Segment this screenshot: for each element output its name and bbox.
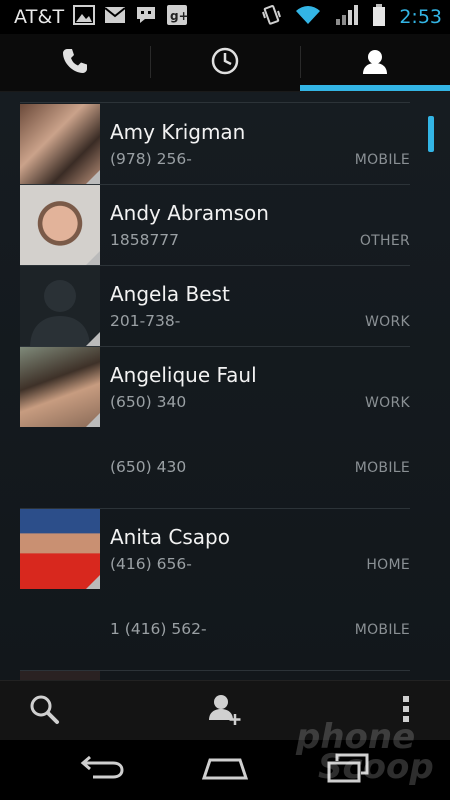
contact-number: (650) 340 (110, 393, 187, 411)
tab-phone[interactable] (0, 34, 150, 91)
contact-photo[interactable] (20, 185, 100, 265)
google-plus-icon: g+ (166, 4, 189, 30)
clock: 2:53 (399, 6, 442, 28)
search-icon (28, 693, 60, 729)
contact-number: (416) 656- (110, 555, 192, 573)
list-divider (20, 102, 410, 103)
contact-row[interactable] (20, 671, 410, 680)
back-button[interactable] (72, 750, 132, 790)
number-type: WORK (365, 395, 410, 411)
status-bar: AT&T g+ 2:53 (0, 0, 450, 34)
carrier-label: AT&T (14, 6, 65, 28)
add-contact-icon (207, 692, 243, 730)
contacts-list[interactable]: Amy Krigman (978) 256- MOBILE Andy Abram… (0, 92, 450, 680)
signal-icon (335, 4, 359, 30)
gallery-icon (73, 5, 96, 29)
contact-extra-number-row[interactable]: 1 (416) 562- MOBILE (20, 590, 410, 671)
svg-text:g+: g+ (170, 9, 188, 23)
contact-row[interactable]: Angela Best 201-738- WORK (20, 266, 410, 347)
contact-number: (978) 256- (110, 150, 192, 168)
contact-name: Anita Csapo (110, 525, 230, 549)
number-type: OTHER (359, 233, 410, 249)
contact-number: 1 (416) 562- (110, 620, 207, 638)
contact-photo[interactable] (20, 104, 100, 184)
number-type: MOBILE (354, 622, 410, 638)
number-type: MOBILE (354, 460, 410, 476)
home-icon (200, 756, 250, 784)
person-icon (360, 46, 390, 80)
contact-name: Angela Best (110, 282, 230, 306)
tab-recent[interactable] (150, 34, 300, 91)
contact-row[interactable]: Angelique Faul (650) 340 WORK (20, 347, 410, 428)
contact-extra-number-row[interactable]: (650) 430 MOBILE (20, 428, 410, 509)
contact-name: Andy Abramson (110, 201, 269, 225)
contact-name: Amy Krigman (110, 120, 246, 144)
tab-bar (0, 34, 450, 92)
contact-name: Angelique Faul (110, 363, 257, 387)
number-type: WORK (365, 314, 410, 330)
home-button[interactable] (195, 750, 255, 790)
contact-photo[interactable] (20, 671, 100, 680)
number-type: HOME (366, 557, 410, 573)
scrollbar[interactable] (428, 116, 434, 152)
talk-icon (135, 5, 157, 29)
quick-contact-badge-icon (86, 251, 100, 265)
contact-row[interactable]: Amy Krigman (978) 256- MOBILE (20, 104, 410, 185)
quick-contact-badge-icon (86, 575, 100, 589)
contact-number: 1858777 (110, 231, 180, 249)
contact-row[interactable]: Anita Csapo (416) 656- HOME (20, 509, 410, 590)
back-icon (79, 755, 125, 785)
add-contact-button[interactable] (205, 691, 245, 731)
vibrate-icon (261, 4, 282, 30)
search-button[interactable] (24, 691, 64, 731)
gmail-icon (104, 6, 126, 28)
battery-icon (373, 4, 386, 30)
wifi-icon (295, 5, 321, 29)
phonescoop-watermark: phone Scoop (296, 720, 434, 784)
quick-contact-badge-icon (86, 332, 100, 346)
contact-number: 201-738- (110, 312, 181, 330)
contact-photo[interactable] (20, 509, 100, 589)
phone-icon (60, 46, 90, 80)
tab-contacts[interactable] (300, 34, 450, 91)
quick-contact-badge-icon (86, 170, 100, 184)
clock-icon (210, 46, 240, 80)
number-type: MOBILE (354, 152, 410, 168)
contact-photo[interactable] (20, 266, 100, 346)
contact-row[interactable]: Andy Abramson 1858777 OTHER (20, 185, 410, 266)
contact-number: (650) 430 (110, 458, 187, 476)
quick-contact-badge-icon (86, 413, 100, 427)
contact-photo[interactable] (20, 347, 100, 427)
